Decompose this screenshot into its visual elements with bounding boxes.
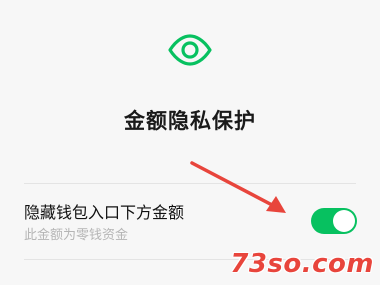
- setting-description: 此金额为零钱资金: [24, 228, 129, 243]
- setting-row-hide-wallet-amount[interactable]: 隐藏钱包入口下方金额 此金额为零钱资金: [24, 184, 357, 259]
- watermark-logo: 73so.com: [230, 249, 374, 279]
- hide-amount-toggle[interactable]: [311, 208, 357, 234]
- page-title: 金额隐私保护: [124, 109, 256, 133]
- toggle-knob: [333, 210, 355, 232]
- eye-icon: [166, 32, 214, 68]
- setting-label: 隐藏钱包入口下方金额: [24, 203, 185, 222]
